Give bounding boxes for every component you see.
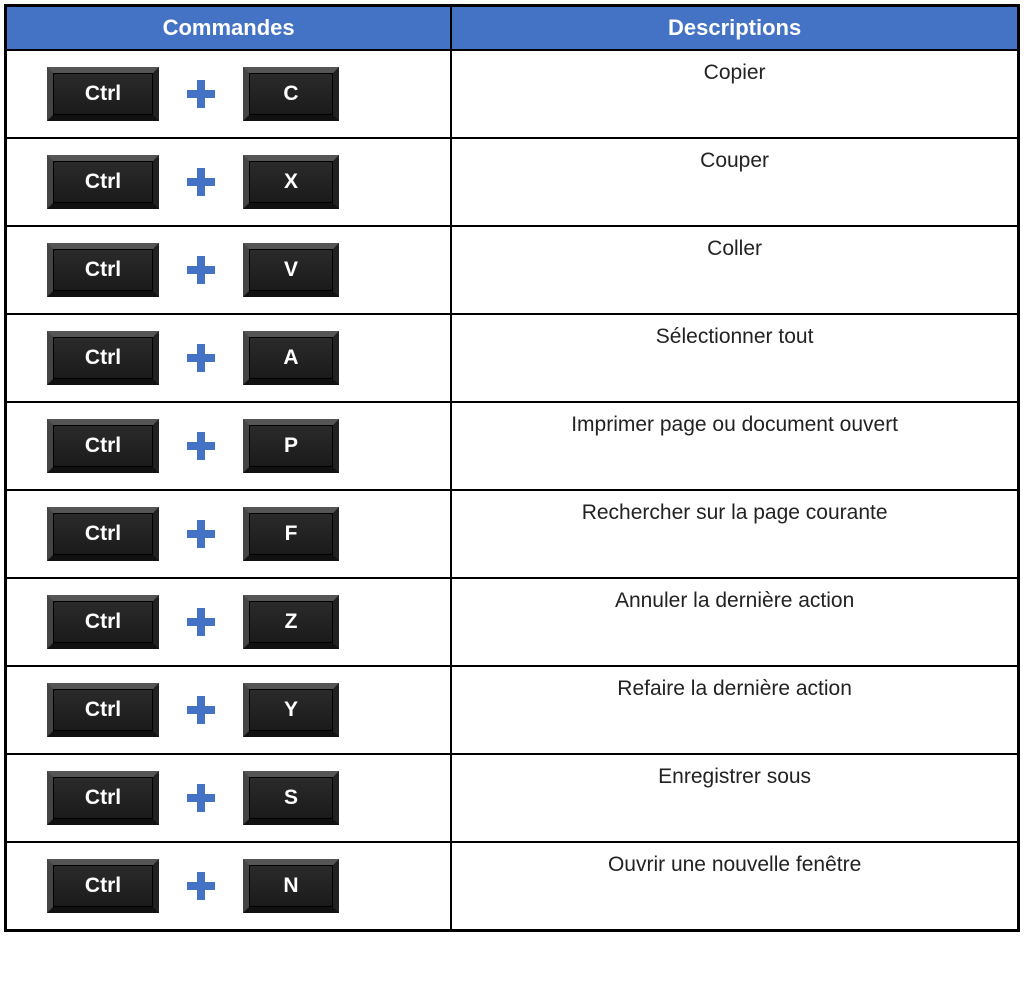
shortcut-description: Rechercher sur la page courante xyxy=(451,490,1018,578)
shortcut-combo: Ctrl P xyxy=(23,415,434,477)
table-row: Ctrl A Sélectionner tout xyxy=(6,314,1019,402)
key-letter: V xyxy=(243,243,339,297)
shortcut-description: Enregistrer sous xyxy=(451,754,1018,842)
table-row: Ctrl F Rechercher sur la page courante xyxy=(6,490,1019,578)
header-descriptions: Descriptions xyxy=(451,6,1018,51)
shortcut-description: Ouvrir une nouvelle fenêtre xyxy=(451,842,1018,931)
key-letter: C xyxy=(243,67,339,121)
key-letter: A xyxy=(243,331,339,385)
shortcut-combo: Ctrl X xyxy=(23,151,434,213)
shortcut-description: Sélectionner tout xyxy=(451,314,1018,402)
header-commands: Commandes xyxy=(6,6,452,51)
key-ctrl: Ctrl xyxy=(47,243,159,297)
table-row: Ctrl S Enregistrer sous xyxy=(6,754,1019,842)
shortcut-description: Annuler la dernière action xyxy=(451,578,1018,666)
key-ctrl: Ctrl xyxy=(47,507,159,561)
table-row: Ctrl Y Refaire la dernière action xyxy=(6,666,1019,754)
shortcut-description: Coller xyxy=(451,226,1018,314)
plus-icon xyxy=(185,254,217,286)
shortcut-description: Refaire la dernière action xyxy=(451,666,1018,754)
plus-icon xyxy=(185,342,217,374)
key-ctrl: Ctrl xyxy=(47,771,159,825)
key-letter: Z xyxy=(243,595,339,649)
plus-icon xyxy=(185,166,217,198)
plus-icon xyxy=(185,870,217,902)
shortcut-combo: Ctrl F xyxy=(23,503,434,565)
shortcut-combo: Ctrl Y xyxy=(23,679,434,741)
table-row: Ctrl N Ouvrir une nouvelle fenêtre xyxy=(6,842,1019,931)
key-letter: F xyxy=(243,507,339,561)
key-ctrl: Ctrl xyxy=(47,331,159,385)
key-ctrl: Ctrl xyxy=(47,859,159,913)
shortcut-description: Imprimer page ou document ouvert xyxy=(451,402,1018,490)
shortcut-combo: Ctrl Z xyxy=(23,591,434,653)
shortcut-combo: Ctrl S xyxy=(23,767,434,829)
table-row: Ctrl Z Annuler la dernière action xyxy=(6,578,1019,666)
key-letter: X xyxy=(243,155,339,209)
key-ctrl: Ctrl xyxy=(47,683,159,737)
table-row: Ctrl P Imprimer page ou document ouvert xyxy=(6,402,1019,490)
plus-icon xyxy=(185,518,217,550)
key-letter: P xyxy=(243,419,339,473)
shortcut-combo: Ctrl N xyxy=(23,855,434,917)
plus-icon xyxy=(185,606,217,638)
shortcut-table: Commandes Descriptions Ctrl C Copier Ctr… xyxy=(4,4,1020,932)
key-ctrl: Ctrl xyxy=(47,67,159,121)
shortcut-combo: Ctrl C xyxy=(23,63,434,125)
shortcut-combo: Ctrl V xyxy=(23,239,434,301)
shortcut-combo: Ctrl A xyxy=(23,327,434,389)
plus-icon xyxy=(185,430,217,462)
shortcut-description: Couper xyxy=(451,138,1018,226)
plus-icon xyxy=(185,782,217,814)
plus-icon xyxy=(185,78,217,110)
plus-icon xyxy=(185,694,217,726)
key-ctrl: Ctrl xyxy=(47,155,159,209)
table-row: Ctrl V Coller xyxy=(6,226,1019,314)
table-row: Ctrl C Copier xyxy=(6,50,1019,138)
key-letter: N xyxy=(243,859,339,913)
key-letter: Y xyxy=(243,683,339,737)
table-row: Ctrl X Couper xyxy=(6,138,1019,226)
shortcut-description: Copier xyxy=(451,50,1018,138)
key-ctrl: Ctrl xyxy=(47,419,159,473)
key-ctrl: Ctrl xyxy=(47,595,159,649)
key-letter: S xyxy=(243,771,339,825)
